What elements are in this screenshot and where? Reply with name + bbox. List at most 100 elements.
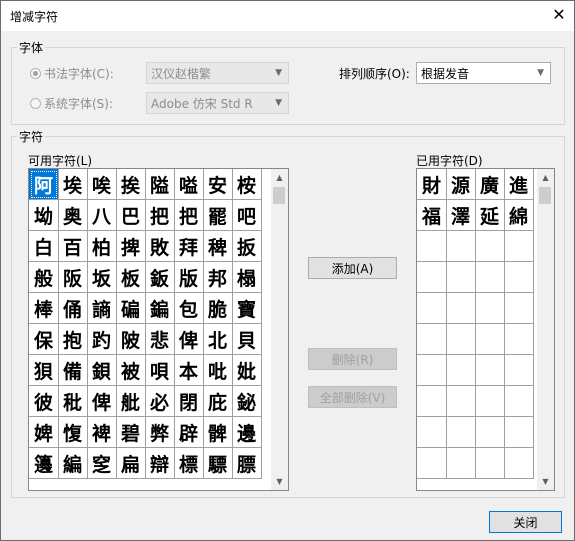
available-char-cell[interactable]: 編 (58, 448, 88, 479)
empty-char-cell[interactable] (504, 293, 534, 324)
empty-char-cell[interactable] (417, 231, 447, 262)
available-char-cell[interactable]: 鈑 (145, 262, 175, 293)
available-char-cell[interactable]: 阿 (29, 169, 59, 200)
empty-char-cell[interactable] (504, 417, 534, 448)
available-char-cell[interactable]: 榻 (232, 262, 262, 293)
used-char-cell[interactable]: 福 (417, 200, 447, 231)
available-char-cell[interactable]: 柏 (87, 231, 117, 262)
close-button[interactable]: 关闭 (489, 511, 562, 533)
empty-char-cell[interactable] (417, 355, 447, 386)
available-char-cell[interactable]: 鉍 (232, 386, 262, 417)
empty-char-cell[interactable] (446, 355, 476, 386)
scroll-down-icon[interactable]: ▼ (537, 473, 554, 490)
available-char-cell[interactable]: 棒 (29, 293, 59, 324)
available-char-cell[interactable]: 稗 (203, 231, 233, 262)
add-button[interactable]: 添加(A) (308, 257, 397, 279)
available-char-cell[interactable]: 板 (116, 262, 146, 293)
empty-char-cell[interactable] (446, 262, 476, 293)
empty-char-cell[interactable] (475, 448, 505, 479)
available-scrollbar[interactable]: ▲ ▼ (271, 169, 288, 490)
available-char-cell[interactable]: 北 (203, 324, 233, 355)
available-char-cell[interactable]: 唄 (145, 355, 175, 386)
available-char-cell[interactable]: 阪 (58, 262, 88, 293)
available-char-cell[interactable]: 彼 (29, 386, 59, 417)
used-char-cell[interactable]: 財 (417, 169, 447, 200)
available-chars-grid[interactable]: 阿埃唉挨隘嗌安桉坳奥八巴把把罷吧白百柏捭敗拜稗扳般阪坂板鈑版邦榻棒俑謪碥鍽包脆寶… (28, 168, 289, 491)
empty-char-cell[interactable] (504, 448, 534, 479)
available-char-cell[interactable]: 巴 (116, 200, 146, 231)
available-char-cell[interactable]: 標 (174, 448, 204, 479)
empty-char-cell[interactable] (417, 324, 447, 355)
empty-char-cell[interactable] (475, 417, 505, 448)
available-char-cell[interactable]: 奥 (58, 200, 88, 231)
empty-char-cell[interactable] (446, 417, 476, 448)
available-char-cell[interactable]: 敗 (145, 231, 175, 262)
empty-char-cell[interactable] (446, 386, 476, 417)
available-char-cell[interactable]: 陂 (116, 324, 146, 355)
available-char-cell[interactable]: 狽 (29, 355, 59, 386)
empty-char-cell[interactable] (417, 448, 447, 479)
available-char-cell[interactable]: 膘 (232, 448, 262, 479)
available-char-cell[interactable]: 邦 (203, 262, 233, 293)
scroll-thumb[interactable] (273, 187, 285, 204)
empty-char-cell[interactable] (475, 324, 505, 355)
available-char-cell[interactable]: 庇 (203, 386, 233, 417)
available-char-cell[interactable]: 婢 (29, 417, 59, 448)
available-char-cell[interactable]: 舭 (116, 386, 146, 417)
used-char-cell[interactable]: 進 (504, 169, 534, 200)
empty-char-cell[interactable] (504, 231, 534, 262)
available-char-cell[interactable]: 弊 (145, 417, 175, 448)
available-char-cell[interactable]: 俾 (174, 324, 204, 355)
empty-char-cell[interactable] (417, 262, 447, 293)
available-char-cell[interactable]: 抱 (58, 324, 88, 355)
available-char-cell[interactable]: 鋇 (87, 355, 117, 386)
empty-char-cell[interactable] (475, 293, 505, 324)
empty-char-cell[interactable] (417, 386, 447, 417)
empty-char-cell[interactable] (446, 293, 476, 324)
available-char-cell[interactable]: 包 (174, 293, 204, 324)
calligraphy-font-select[interactable]: 汉仪赵楷繁 ▼ (146, 62, 289, 84)
available-char-cell[interactable]: 秕 (58, 386, 88, 417)
available-char-cell[interactable]: 拜 (174, 231, 204, 262)
available-char-cell[interactable]: 挨 (116, 169, 146, 200)
available-char-cell[interactable]: 八 (87, 200, 117, 231)
available-char-cell[interactable]: 悲 (145, 324, 175, 355)
close-icon[interactable]: ✕ (547, 4, 571, 26)
available-char-cell[interactable]: 脆 (203, 293, 233, 324)
empty-char-cell[interactable] (446, 448, 476, 479)
calligraphy-font-radio[interactable]: 书法字体(C): (30, 65, 114, 82)
scroll-up-icon[interactable]: ▲ (537, 169, 554, 186)
scroll-up-icon[interactable]: ▲ (271, 169, 288, 186)
empty-char-cell[interactable] (475, 262, 505, 293)
remove-button[interactable]: 删除(R) (308, 348, 397, 370)
available-char-cell[interactable]: 隘 (145, 169, 175, 200)
empty-char-cell[interactable] (504, 355, 534, 386)
available-char-cell[interactable]: 碥 (116, 293, 146, 324)
used-char-cell[interactable]: 源 (446, 169, 476, 200)
available-char-cell[interactable]: 髀 (203, 417, 233, 448)
scroll-thumb[interactable] (539, 187, 551, 204)
empty-char-cell[interactable] (504, 386, 534, 417)
available-char-cell[interactable]: 鍽 (145, 293, 175, 324)
available-char-cell[interactable]: 坳 (29, 200, 59, 231)
empty-char-cell[interactable] (475, 386, 505, 417)
available-char-cell[interactable]: 扳 (232, 231, 262, 262)
available-char-cell[interactable]: 般 (29, 262, 59, 293)
available-char-cell[interactable]: 坂 (87, 262, 117, 293)
available-char-cell[interactable]: 把 (145, 200, 175, 231)
available-char-cell[interactable]: 邊 (232, 417, 262, 448)
available-char-cell[interactable]: 貝 (232, 324, 262, 355)
empty-char-cell[interactable] (504, 324, 534, 355)
used-char-cell[interactable]: 廣 (475, 169, 505, 200)
available-char-cell[interactable]: 謪 (87, 293, 117, 324)
available-char-cell[interactable]: 辟 (174, 417, 204, 448)
empty-char-cell[interactable] (417, 417, 447, 448)
available-char-cell[interactable]: 吧 (232, 200, 262, 231)
available-char-cell[interactable]: 罷 (203, 200, 233, 231)
empty-char-cell[interactable] (446, 324, 476, 355)
available-char-cell[interactable]: 吡 (203, 355, 233, 386)
available-char-cell[interactable]: 百 (58, 231, 88, 262)
available-char-cell[interactable]: 被 (116, 355, 146, 386)
available-char-cell[interactable]: 扁 (116, 448, 146, 479)
available-char-cell[interactable]: 版 (174, 262, 204, 293)
